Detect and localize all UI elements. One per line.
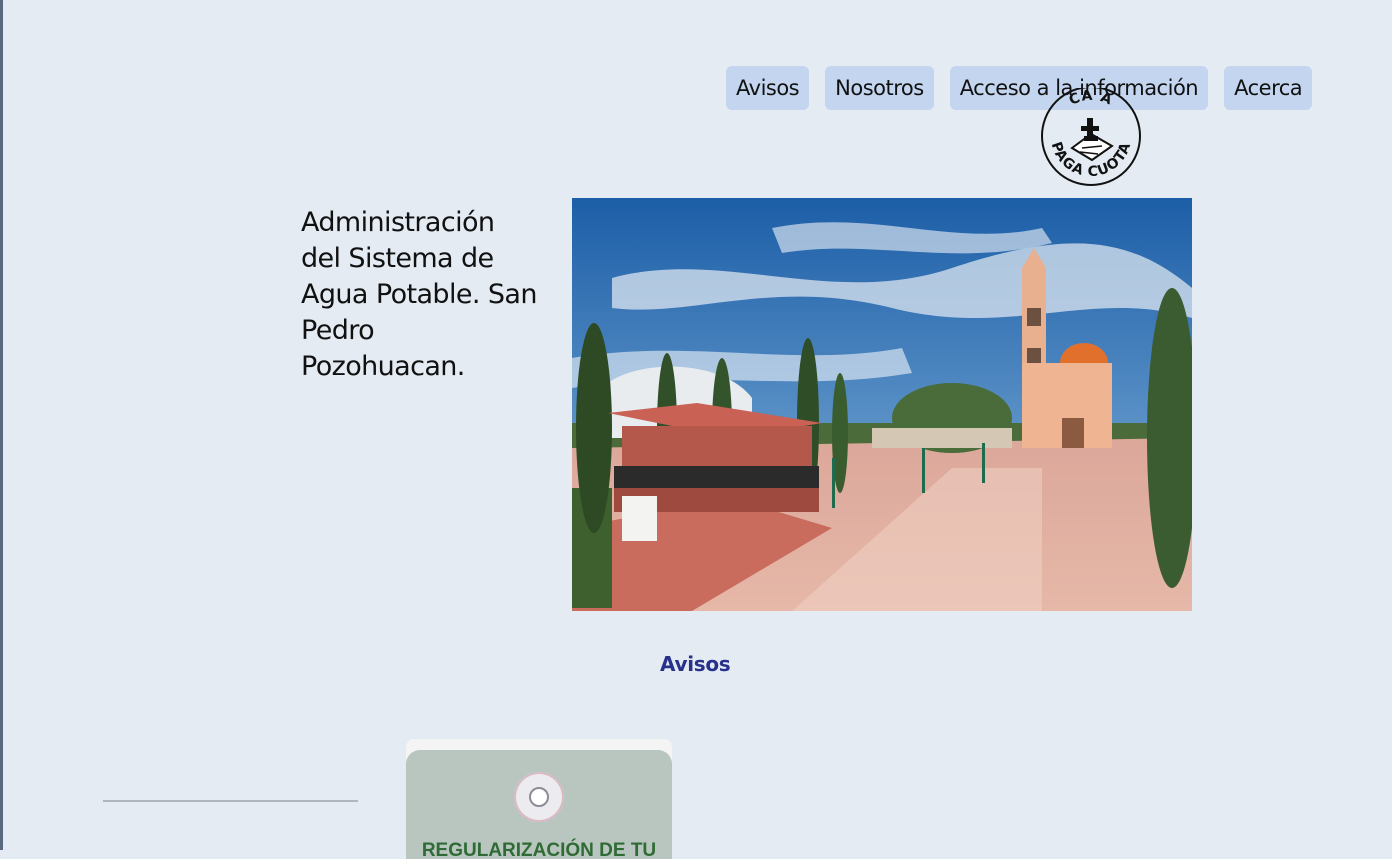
svg-text:CA A: CA A: [1067, 88, 1115, 109]
ring-icon: [514, 772, 564, 822]
town-square-image: [572, 198, 1192, 611]
town-square-photo-icon: [572, 198, 1192, 611]
nav-acerca-button[interactable]: Acerca: [1224, 66, 1313, 110]
notice-card[interactable]: REGULARIZACIÓN DE TU: [406, 739, 672, 859]
nav-nosotros-button[interactable]: Nosotros: [825, 66, 934, 110]
top-nav: Avisos Nosotros Acceso a la información …: [726, 66, 1313, 110]
divider-line: [103, 800, 358, 802]
seal-logo: CA A PAGA CUOTA: [1040, 88, 1142, 188]
window-edge: [0, 0, 3, 850]
avisos-heading: Avisos: [660, 652, 731, 676]
seal-logo-icon: CA A PAGA CUOTA: [1041, 88, 1141, 186]
site-title: Administración del Sistema de Agua Potab…: [301, 207, 537, 382]
notice-card-image: REGULARIZACIÓN DE TU: [406, 750, 672, 859]
nav-avisos-button[interactable]: Avisos: [726, 66, 810, 110]
